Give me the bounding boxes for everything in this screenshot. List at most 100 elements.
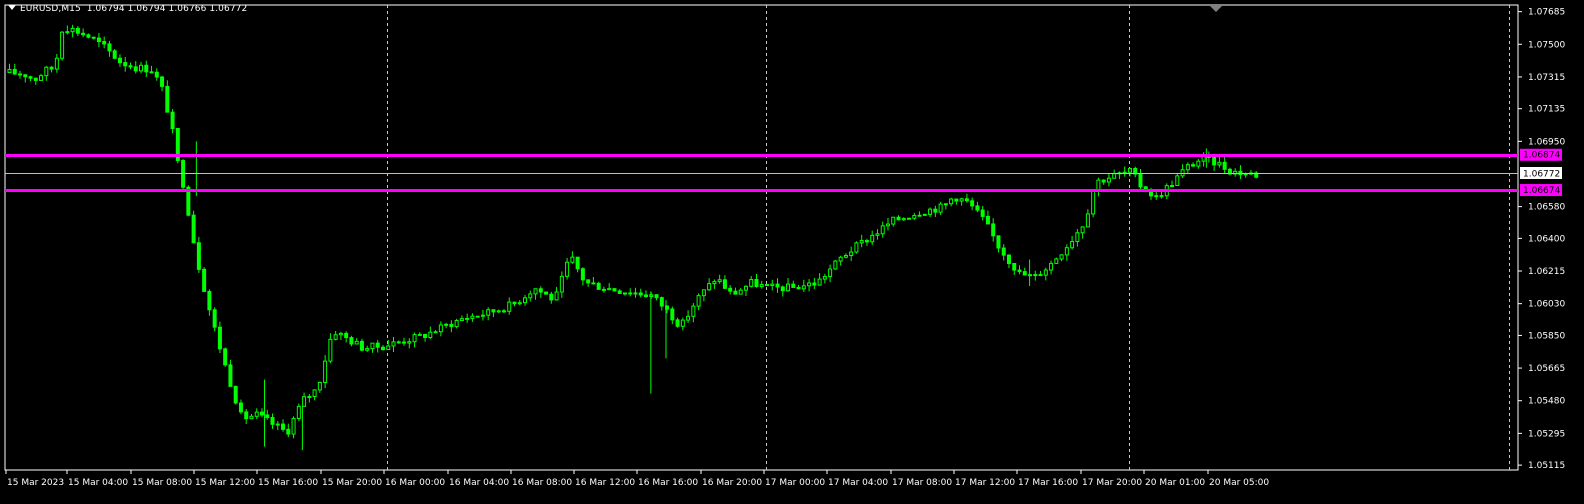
candle-body	[854, 242, 859, 253]
candle-body	[375, 342, 380, 348]
candle-body	[580, 268, 585, 281]
chart-window[interactable]: 1.07685 1.07500 1.07315 1.07135 1.06950 1.065…	[0, 0, 1584, 500]
candle-body	[12, 68, 17, 75]
candle-body	[1070, 241, 1075, 249]
price-tick-label: 1.07500	[1528, 40, 1565, 50]
candle-body	[244, 411, 249, 420]
candle-body	[7, 68, 12, 74]
candle-body	[249, 415, 254, 420]
time-tick-label: 17 Mar 08:00	[892, 478, 952, 488]
price-tick-label: 1.05115	[1528, 461, 1565, 471]
candle-body	[644, 294, 649, 298]
candle-body	[807, 282, 812, 287]
candle-body	[901, 218, 906, 221]
candle-body	[365, 348, 370, 351]
candle-body	[1149, 191, 1154, 197]
candle-body	[1212, 156, 1217, 166]
candle-body	[917, 214, 922, 217]
candle-body	[454, 320, 459, 328]
candle-body	[880, 225, 885, 235]
time-scale[interactable]: 15 Mar 2023 15 Mar 04:00 15 Mar 08:00 15 Ma…	[5, 470, 1269, 488]
time-tick-label: 15 Mar 16:00	[258, 478, 318, 488]
candle-body	[1238, 170, 1243, 176]
candle-body	[1059, 254, 1064, 260]
price-scale[interactable]: 1.07685 1.07500 1.07315 1.07135 1.06950 1.065…	[1518, 8, 1565, 471]
price-tick-label: 1.05665	[1528, 364, 1565, 374]
candle-body	[743, 285, 748, 291]
candle-body	[1038, 274, 1043, 277]
time-tick-label: 20 Mar 01:00	[1145, 478, 1205, 488]
candle-body	[980, 209, 985, 217]
candle-body	[1022, 271, 1027, 276]
candle-body	[733, 290, 738, 295]
candle-body	[33, 77, 38, 81]
dropdown-triangle-icon[interactable]	[8, 5, 16, 10]
candle-body	[922, 213, 927, 216]
candle-body	[444, 323, 449, 326]
price-tick-label: 1.07135	[1528, 105, 1565, 115]
price-marker-label: 1.06874	[1523, 151, 1560, 161]
candle-body	[1138, 173, 1143, 188]
candle-body	[28, 76, 33, 79]
candle-body	[254, 411, 259, 417]
price-chart[interactable]: 1.07685 1.07500 1.07315 1.07135 1.06950 1.065…	[0, 0, 1584, 500]
candle-body	[722, 279, 727, 289]
candle-body	[870, 234, 875, 243]
candle-body	[991, 223, 996, 237]
candle-body	[380, 346, 385, 351]
candle-body	[128, 65, 133, 68]
candle-body	[517, 302, 522, 305]
candle-body	[586, 279, 591, 284]
time-tick-label: 16 Mar 08:00	[512, 478, 572, 488]
candle-body	[812, 282, 817, 286]
candle-body	[312, 389, 317, 397]
candle-body	[843, 254, 848, 258]
candle-body	[407, 341, 412, 344]
plot-area[interactable]	[4, 4, 1519, 471]
candle-body	[18, 73, 23, 76]
candle-body	[1054, 258, 1059, 264]
price-tick-label: 1.05480	[1528, 397, 1565, 407]
candle-body	[885, 223, 890, 227]
candle-body	[749, 278, 754, 287]
time-tick-label: 17 Mar 00:00	[765, 478, 825, 488]
candle-body	[1175, 175, 1180, 186]
candle-body	[1033, 274, 1038, 277]
candle-body	[912, 215, 917, 219]
time-tick-label: 16 Mar 04:00	[449, 478, 509, 488]
candle-body	[907, 217, 912, 220]
candle-body	[1085, 213, 1090, 228]
candle-body	[1091, 190, 1096, 215]
candle-body	[154, 71, 159, 78]
candle-body	[191, 214, 196, 244]
time-tick-label: 20 Mar 05:00	[1209, 478, 1269, 488]
candle-body	[275, 423, 280, 426]
candle-body	[391, 341, 396, 347]
candle-body	[49, 66, 54, 70]
candle-body	[796, 286, 801, 290]
candle-body	[875, 233, 880, 236]
candle-body	[970, 200, 975, 207]
time-tick-label: 17 Mar 12:00	[955, 478, 1015, 488]
candle-body	[144, 64, 149, 73]
candle-body	[1222, 161, 1227, 170]
candle-body	[223, 348, 228, 366]
candle-body	[770, 283, 775, 286]
candle-body	[1201, 155, 1206, 162]
time-tick-label: 16 Mar 12:00	[575, 478, 635, 488]
price-tick-label: 1.07315	[1528, 73, 1565, 83]
candle-body	[775, 283, 780, 288]
candle-body	[701, 289, 706, 297]
candle-body	[538, 288, 543, 293]
candle-body	[959, 198, 964, 202]
candle-body	[1191, 164, 1196, 167]
candle-body	[1159, 195, 1164, 198]
candle-body	[512, 301, 517, 305]
candle-body	[349, 337, 354, 345]
time-tick-label: 17 Mar 16:00	[1018, 478, 1078, 488]
time-tick-label: 16 Mar 00:00	[385, 478, 445, 488]
candle-body	[449, 323, 454, 328]
candle-body	[465, 317, 470, 320]
candle-body	[133, 66, 138, 72]
candle-body	[286, 428, 291, 435]
